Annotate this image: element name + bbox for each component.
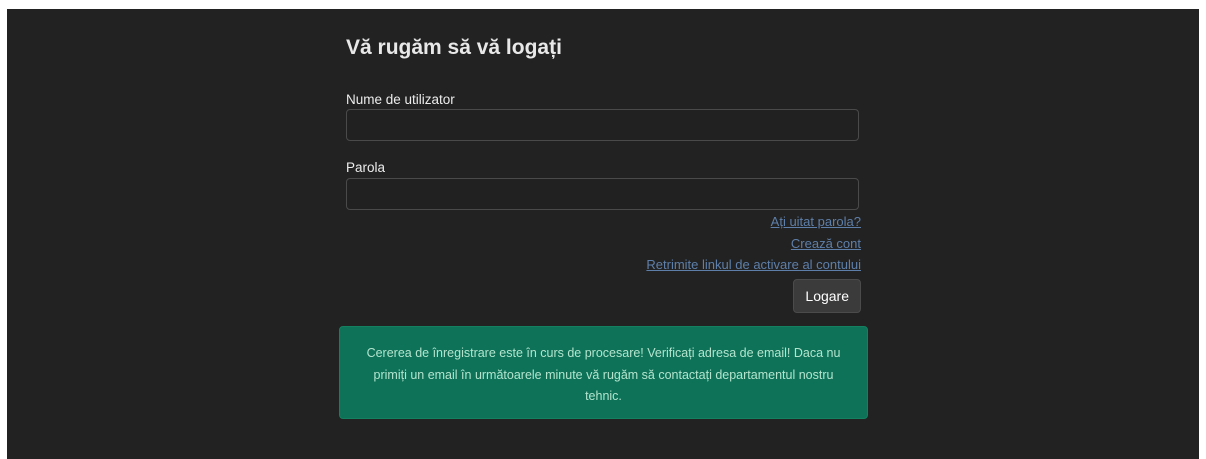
account-links: Ați uitat parola? Crează cont Retrimite …	[346, 211, 861, 276]
page-viewport: Vă rugăm să vă logați Nume de utilizator…	[7, 9, 1199, 459]
login-button[interactable]: Logare	[793, 279, 861, 313]
password-label: Parola	[346, 160, 386, 175]
alert-message: Cererea de înregistrare este în curs de …	[366, 346, 841, 403]
forgot-password-link[interactable]: Ați uitat parola?	[346, 211, 861, 233]
username-label: Nume de utilizator	[346, 92, 455, 107]
page-title: Vă rugăm să vă logați	[346, 36, 562, 59]
login-form: Vă rugăm să vă logați Nume de utilizator…	[346, 36, 861, 313]
password-input[interactable]	[346, 178, 859, 210]
create-account-link[interactable]: Crează cont	[346, 233, 861, 255]
resend-activation-link[interactable]: Retrimite linkul de activare al contului	[346, 254, 861, 276]
registration-alert: Cererea de înregistrare este în curs de …	[339, 326, 868, 419]
username-input[interactable]	[346, 109, 859, 141]
